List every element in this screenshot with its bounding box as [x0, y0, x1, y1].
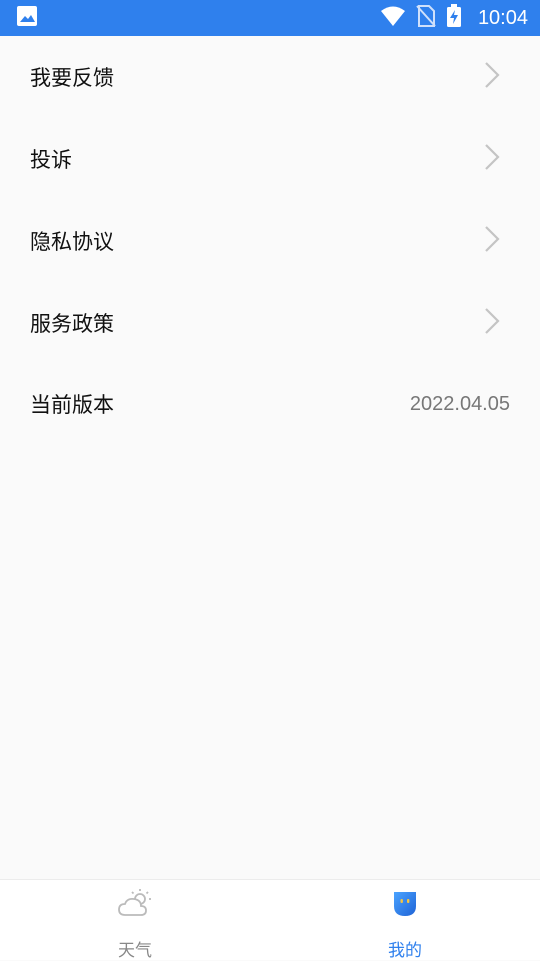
menu-item-label: 隐私协议 [30, 230, 114, 254]
menu-item-label: 服务政策 [30, 312, 114, 336]
image-icon [16, 5, 38, 31]
menu-item-privacy[interactable]: 隐私协议 [0, 200, 540, 282]
version-label: 当前版本 [30, 393, 114, 417]
tab-weather[interactable]: 天气 [0, 880, 270, 961]
chevron-right-icon [484, 143, 500, 175]
menu-item-label: 我要反馈 [30, 66, 114, 90]
bottom-tab-bar: 天气 我的 [0, 879, 540, 961]
status-time: 10:04 [477, 6, 528, 29]
tab-label: 天气 [118, 941, 152, 961]
wifi-icon [380, 5, 406, 31]
menu-item-complaint[interactable]: 投诉 [0, 118, 540, 200]
mine-face-icon [390, 888, 420, 922]
settings-menu: 我要反馈 投诉 隐私协议 服务政策 当前版本 2022.04.05 [0, 36, 540, 444]
tab-mine[interactable]: 我的 [270, 880, 540, 961]
menu-item-label: 投诉 [30, 148, 72, 172]
version-value: 2022.04.05 [409, 392, 510, 415]
menu-item-feedback[interactable]: 我要反馈 [0, 36, 540, 118]
version-row: 当前版本 2022.04.05 [0, 364, 540, 444]
chevron-right-icon [484, 61, 500, 93]
tab-label: 我的 [388, 941, 422, 961]
chevron-right-icon [484, 225, 500, 257]
no-sim-icon [416, 5, 436, 31]
weather-cloud-sun-icon [117, 888, 153, 922]
chevron-right-icon [484, 307, 500, 339]
menu-item-service-policy[interactable]: 服务政策 [0, 282, 540, 364]
battery-charging-icon [446, 4, 462, 32]
status-bar: 10:04 [0, 0, 540, 36]
